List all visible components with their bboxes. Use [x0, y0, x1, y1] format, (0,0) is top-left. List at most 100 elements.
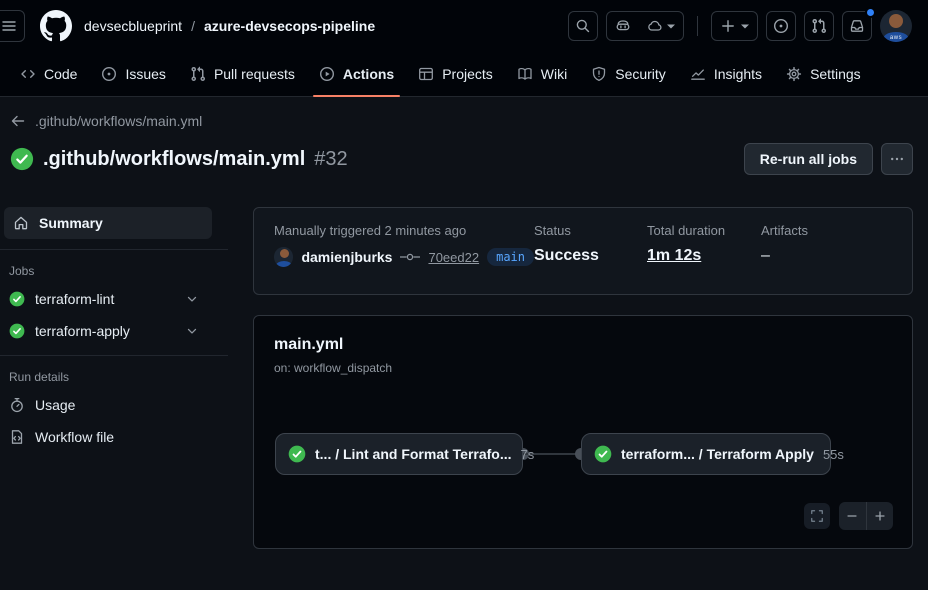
issue-opened-icon	[101, 66, 117, 82]
avatar-head-shape	[889, 14, 903, 28]
copilot-agents-dropdown-button[interactable]	[639, 12, 683, 40]
trigger-text: Manually triggered 2 minutes ago	[274, 223, 534, 238]
search-icon	[575, 18, 591, 34]
actor-avatar[interactable]	[274, 247, 293, 267]
tab-label: Settings	[810, 66, 861, 82]
check-circle-icon	[288, 445, 306, 463]
tab-insights[interactable]: Insights	[682, 52, 770, 96]
branch-badge[interactable]: main	[487, 248, 534, 266]
job-node-duration: 55s	[823, 447, 844, 462]
tab-pull-requests[interactable]: Pull requests	[182, 52, 303, 96]
breadcrumb-owner-link[interactable]: devsecblueprint	[84, 18, 182, 34]
tab-settings[interactable]: Settings	[778, 52, 869, 96]
workflow-file-label: Workflow file	[35, 429, 114, 445]
stopwatch-icon	[9, 397, 25, 413]
app-header: devsecblueprint / azure-devsecops-pipeli…	[0, 0, 928, 52]
chevron-down-icon[interactable]	[185, 292, 199, 306]
sidebar-job-terraform-lint[interactable]: terraform-lint	[0, 283, 228, 315]
run-title-row: .github/workflows/main.yml #32 Re-run al…	[10, 143, 913, 175]
sidebar-item-summary[interactable]: Summary	[4, 207, 212, 239]
job-node-duration: 7s	[521, 447, 535, 462]
usage-label: Usage	[35, 397, 75, 413]
rerun-all-jobs-button[interactable]: Re-run all jobs	[744, 143, 873, 175]
three-bars-icon	[1, 18, 17, 34]
tab-projects[interactable]: Projects	[410, 52, 501, 96]
tab-label: Wiki	[541, 66, 567, 82]
github-logo-icon[interactable]	[40, 10, 72, 42]
job-node-label: terraform... / Terraform Apply	[621, 446, 814, 462]
hamburger-menu-button[interactable]	[0, 10, 25, 42]
header-actions: aws	[568, 10, 912, 42]
tab-security[interactable]: Security	[583, 52, 674, 96]
search-button[interactable]	[568, 11, 598, 41]
tab-issues[interactable]: Issues	[93, 52, 173, 96]
artifacts-value: –	[761, 247, 892, 265]
check-circle-icon	[10, 147, 34, 171]
tab-label: Actions	[343, 66, 394, 82]
tab-wiki[interactable]: Wiki	[509, 52, 575, 96]
graph-fit-to-view-button[interactable]	[804, 503, 830, 529]
jobs-section-heading: Jobs	[0, 250, 228, 283]
tab-code[interactable]: Code	[12, 52, 85, 96]
caret-down-icon	[741, 22, 749, 30]
status-label: Status	[534, 223, 647, 238]
plus-icon	[720, 18, 736, 34]
plus-icon	[873, 509, 887, 523]
duration-value-link[interactable]: 1m 12s	[647, 247, 761, 265]
kebab-horizontal-icon	[889, 151, 905, 167]
your-pull-requests-button[interactable]	[804, 11, 834, 41]
breadcrumb-separator: /	[191, 18, 195, 34]
zoom-out-button[interactable]	[839, 502, 866, 530]
actor-name-link[interactable]: damienjburks	[301, 249, 392, 265]
tab-actions[interactable]: Actions	[311, 52, 402, 96]
graph-icon	[690, 66, 706, 82]
table-icon	[418, 66, 434, 82]
job-name: terraform-lint	[35, 291, 114, 307]
create-new-dropdown-button[interactable]	[711, 11, 758, 41]
artifacts-label: Artifacts	[761, 223, 892, 238]
run-main: Manually triggered 2 minutes ago damienj…	[253, 199, 913, 549]
tab-label: Code	[44, 66, 77, 82]
breadcrumb-repo-link[interactable]: azure-devsecops-pipeline	[204, 18, 375, 34]
run-options-kebab-button[interactable]	[881, 143, 913, 175]
tab-label: Projects	[442, 66, 493, 82]
repo-nav: Code Issues Pull requests Actions Projec…	[0, 52, 928, 97]
git-commit-icon	[400, 250, 420, 264]
file-code-icon	[9, 429, 25, 445]
avatar-shirt-shape	[276, 261, 292, 267]
avatar-head-shape	[280, 249, 289, 258]
commit-sha-link[interactable]: 70eed22	[428, 250, 479, 265]
caret-down-icon	[667, 22, 675, 30]
minus-icon	[845, 509, 859, 523]
run-sidebar: Summary Jobs terraform-lint terraform-ap…	[0, 199, 228, 549]
duration-column: Total duration 1m 12s	[647, 223, 761, 279]
copilot-button[interactable]	[607, 12, 639, 40]
duration-label: Total duration	[647, 223, 761, 238]
page-title: .github/workflows/main.yml	[43, 148, 305, 171]
sidebar-job-terraform-apply[interactable]: terraform-apply	[0, 315, 228, 347]
workflow-file-name: main.yml	[274, 336, 892, 354]
user-avatar[interactable]: aws	[880, 10, 912, 42]
job-node-terraform-lint[interactable]: t... / Lint and Format Terrafo... 7s	[275, 433, 523, 475]
job-name: terraform-apply	[35, 323, 130, 339]
code-icon	[20, 66, 36, 82]
check-circle-icon	[9, 291, 25, 307]
back-breadcrumb-link[interactable]: .github/workflows/main.yml	[10, 113, 202, 129]
copilot-button-group	[606, 11, 684, 41]
check-circle-icon	[594, 445, 612, 463]
tab-label: Security	[615, 66, 666, 82]
run-details-section-heading: Run details	[0, 356, 228, 389]
status-column: Status Success	[534, 223, 647, 279]
zoom-in-button[interactable]	[866, 502, 894, 530]
run-summary-card: Manually triggered 2 minutes ago damienj…	[253, 207, 913, 295]
git-pull-request-icon	[811, 18, 827, 34]
sidebar-summary-label: Summary	[39, 215, 103, 231]
your-issues-button[interactable]	[766, 11, 796, 41]
home-icon	[13, 215, 29, 231]
run-number: #32	[314, 148, 347, 171]
avatar-shirt-text: aws	[880, 35, 912, 41]
sidebar-item-usage[interactable]: Usage	[0, 389, 228, 421]
chevron-down-icon[interactable]	[185, 324, 199, 338]
sidebar-item-workflow-file[interactable]: Workflow file	[0, 421, 228, 453]
job-node-terraform-apply[interactable]: terraform... / Terraform Apply 55s	[581, 433, 831, 475]
